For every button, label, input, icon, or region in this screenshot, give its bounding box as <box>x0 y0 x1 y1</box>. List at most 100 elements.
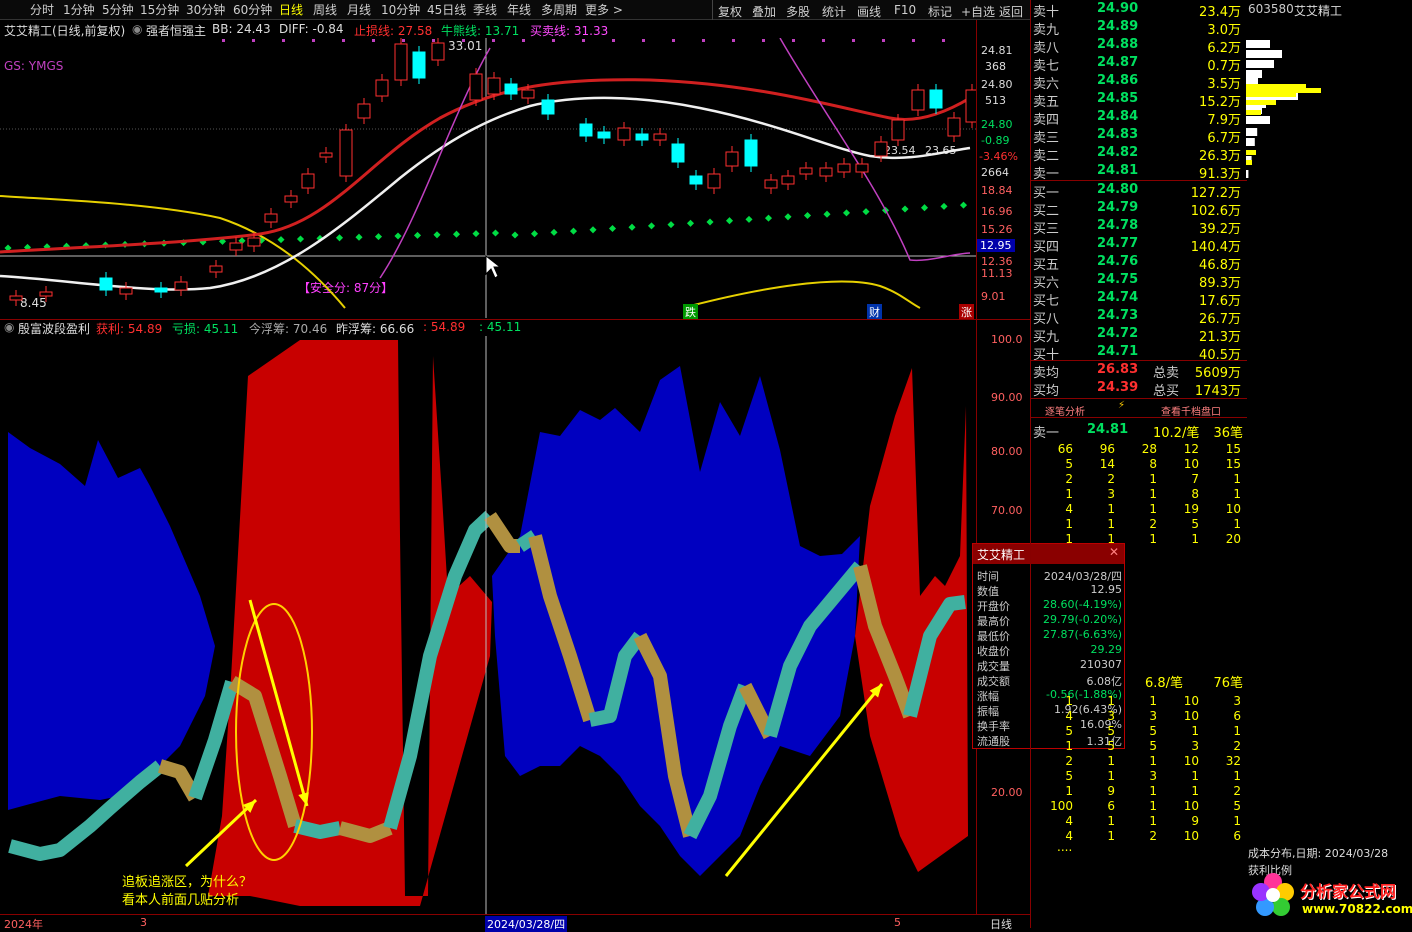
candlestick-chart[interactable] <box>0 38 976 318</box>
price-axis-label: -0.89 <box>981 134 1010 147</box>
level-label: 卖四 <box>1033 113 1060 128</box>
ask-row[interactable]: 卖四 24.84 7.9万 <box>1031 109 1247 128</box>
back-button[interactable]: 返回 <box>999 3 1023 20</box>
summary-volume: 1743万 <box>1194 384 1241 399</box>
tab-period-3[interactable]: 5分钟 <box>102 3 134 17</box>
bid-row[interactable]: 买五 24.76 46.8万 <box>1031 254 1247 273</box>
level-volume: 0.7万 <box>1207 59 1241 74</box>
bull-diamond <box>706 218 714 226</box>
sub-indicator-header: ◉ 殷富波段盈利 获利: 54.89 亏损: 45.11 今浮筹: 70.46 … <box>0 320 976 336</box>
candle-body <box>707 173 721 189</box>
bid-row[interactable]: 买一 24.80 127.2万 <box>1031 182 1247 201</box>
tab-period-5[interactable]: 30分钟 <box>186 3 225 17</box>
ask-row[interactable]: 卖六 24.86 3.5万 <box>1031 73 1247 92</box>
level-volume: 26.7万 <box>1199 312 1241 327</box>
badge-finance: 财 <box>867 304 882 320</box>
ask-row[interactable]: 卖八 24.88 6.2万 <box>1031 37 1247 56</box>
candle-body <box>965 89 976 123</box>
ticker-sell-label: 卖一 <box>1033 426 1060 441</box>
candle-body <box>837 163 851 173</box>
tab-period-8[interactable]: 周线 <box>313 3 337 17</box>
signal-dot <box>312 39 315 42</box>
v2-value: : 45.11 <box>479 320 522 334</box>
signal-dot <box>672 39 675 42</box>
tab-depth[interactable]: 查看千档盘口 <box>1161 403 1221 418</box>
bid-row[interactable]: 买七 24.74 17.6万 <box>1031 290 1247 309</box>
sub-formula-name[interactable]: 殷富波段盈利 <box>18 320 90 337</box>
ask-row[interactable]: 卖三 24.83 6.7万 <box>1031 127 1247 146</box>
ask-row[interactable]: 卖十 24.90 23.4万 <box>1031 1 1247 20</box>
multi-stock-button[interactable]: 多股 <box>786 3 810 20</box>
formula-name[interactable]: 强者恒强主 <box>146 22 206 39</box>
ask-row[interactable]: 卖九 24.89 3.0万 <box>1031 19 1247 38</box>
sub-formula-icon[interactable]: ◉ <box>4 320 14 334</box>
ask-row[interactable]: 卖一 24.81 91.3万 <box>1031 163 1247 182</box>
order-book-panel: 卖十 24.90 23.4万 卖九 24.89 3.0万 卖八 24.88 6.2万 卖七 24.8… <box>1030 0 1247 928</box>
ticker-buy-count: 76笔 <box>1213 676 1243 691</box>
draw-button[interactable]: 画线 <box>857 3 881 20</box>
bid-row[interactable]: 买六 24.75 89.3万 <box>1031 272 1247 291</box>
ask-row[interactable]: 卖五 24.85 15.2万 <box>1031 91 1247 110</box>
tick-volume: 1 <box>1233 724 1241 738</box>
price-axis-label: 24.80 <box>981 118 1013 131</box>
tab-period-11[interactable]: 45日线 <box>427 3 466 17</box>
tab-period-4[interactable]: 15分钟 <box>140 3 179 17</box>
mark-button[interactable]: 标记 <box>928 3 952 20</box>
price-axis-label: 368 <box>985 60 1006 73</box>
cost-bar-white <box>1246 60 1274 68</box>
bull-diamond <box>491 229 500 237</box>
tab-period-more[interactable]: 更多 > <box>585 3 623 17</box>
level-volume: 102.6万 <box>1190 204 1241 219</box>
tab-period-daily[interactable]: 日线 <box>279 3 303 17</box>
tick-volume: 1 <box>1149 784 1157 798</box>
candle-body <box>284 195 298 203</box>
tab-period-13[interactable]: 年线 <box>507 3 531 17</box>
bid-row[interactable]: 买三 24.78 39.2万 <box>1031 218 1247 237</box>
tab-period-9[interactable]: 月线 <box>347 3 371 17</box>
level-label: 买二 <box>1033 204 1060 219</box>
tick-volume: 1 <box>1233 814 1241 828</box>
level-volume: 140.4万 <box>1190 240 1241 255</box>
cost-bar-yellow <box>1246 150 1256 155</box>
ask-row[interactable]: 卖七 24.87 0.7万 <box>1031 55 1247 74</box>
add-watchlist-button[interactable]: +自选 <box>961 3 995 20</box>
bid-row[interactable]: 买八 24.73 26.7万 <box>1031 308 1247 327</box>
tab-period-2[interactable]: 1分钟 <box>63 3 95 17</box>
band-profit-chart[interactable] <box>0 336 976 914</box>
tab-period-6[interactable]: 60分钟 <box>233 3 272 17</box>
bid-row[interactable]: 买四 24.77 140.4万 <box>1031 236 1247 255</box>
summary-label2: 总卖 <box>1153 366 1180 381</box>
level-volume: 89.3万 <box>1199 276 1241 291</box>
candle-body <box>9 295 23 301</box>
date-label: 2024年 <box>4 918 43 931</box>
level-volume: 7.9万 <box>1207 113 1241 128</box>
bull-diamond <box>784 213 792 221</box>
formula-dropdown-icon[interactable]: ◉ <box>132 22 142 36</box>
ask-row[interactable]: 卖二 24.82 26.3万 <box>1031 145 1247 164</box>
bid-row[interactable]: 买九 24.72 21.3万 <box>1031 326 1247 345</box>
bull-diamond <box>355 233 363 241</box>
signal-dot <box>822 39 825 42</box>
signal-dot <box>732 39 735 42</box>
overlay-button[interactable]: 叠加 <box>752 3 776 20</box>
tab-period-12[interactable]: 季线 <box>473 3 497 17</box>
level-label: 卖五 <box>1033 95 1060 110</box>
tick-volume: 1 <box>1149 754 1157 768</box>
tick-volume: 1 <box>1149 814 1157 828</box>
signal-dot <box>462 39 465 42</box>
tab-period-14[interactable]: 多周期 <box>541 3 577 17</box>
restore-button[interactable]: 复权 <box>718 3 742 20</box>
f10-button[interactable]: F10 <box>894 3 916 17</box>
level-price: 24.76 <box>1097 254 1139 269</box>
tab-period-1[interactable]: 分时 <box>30 3 54 17</box>
bid-row[interactable]: 买二 24.79 102.6万 <box>1031 200 1247 219</box>
tick-volume: 15 <box>1225 457 1241 471</box>
stats-button[interactable]: 统计 <box>822 3 846 20</box>
tab-period-10[interactable]: 10分钟 <box>381 3 420 17</box>
tab-tick-analysis[interactable]: 逐笔分析 <box>1045 403 1085 418</box>
sub-axis-label: 90.00 <box>991 391 1023 404</box>
cost-dist-date: 成本分布,日期: 2024/03/28 <box>1248 847 1389 860</box>
tooltip-title: 艾艾精工 <box>977 548 1026 562</box>
bull-diamond <box>589 226 597 234</box>
bull-diamond <box>628 223 636 231</box>
